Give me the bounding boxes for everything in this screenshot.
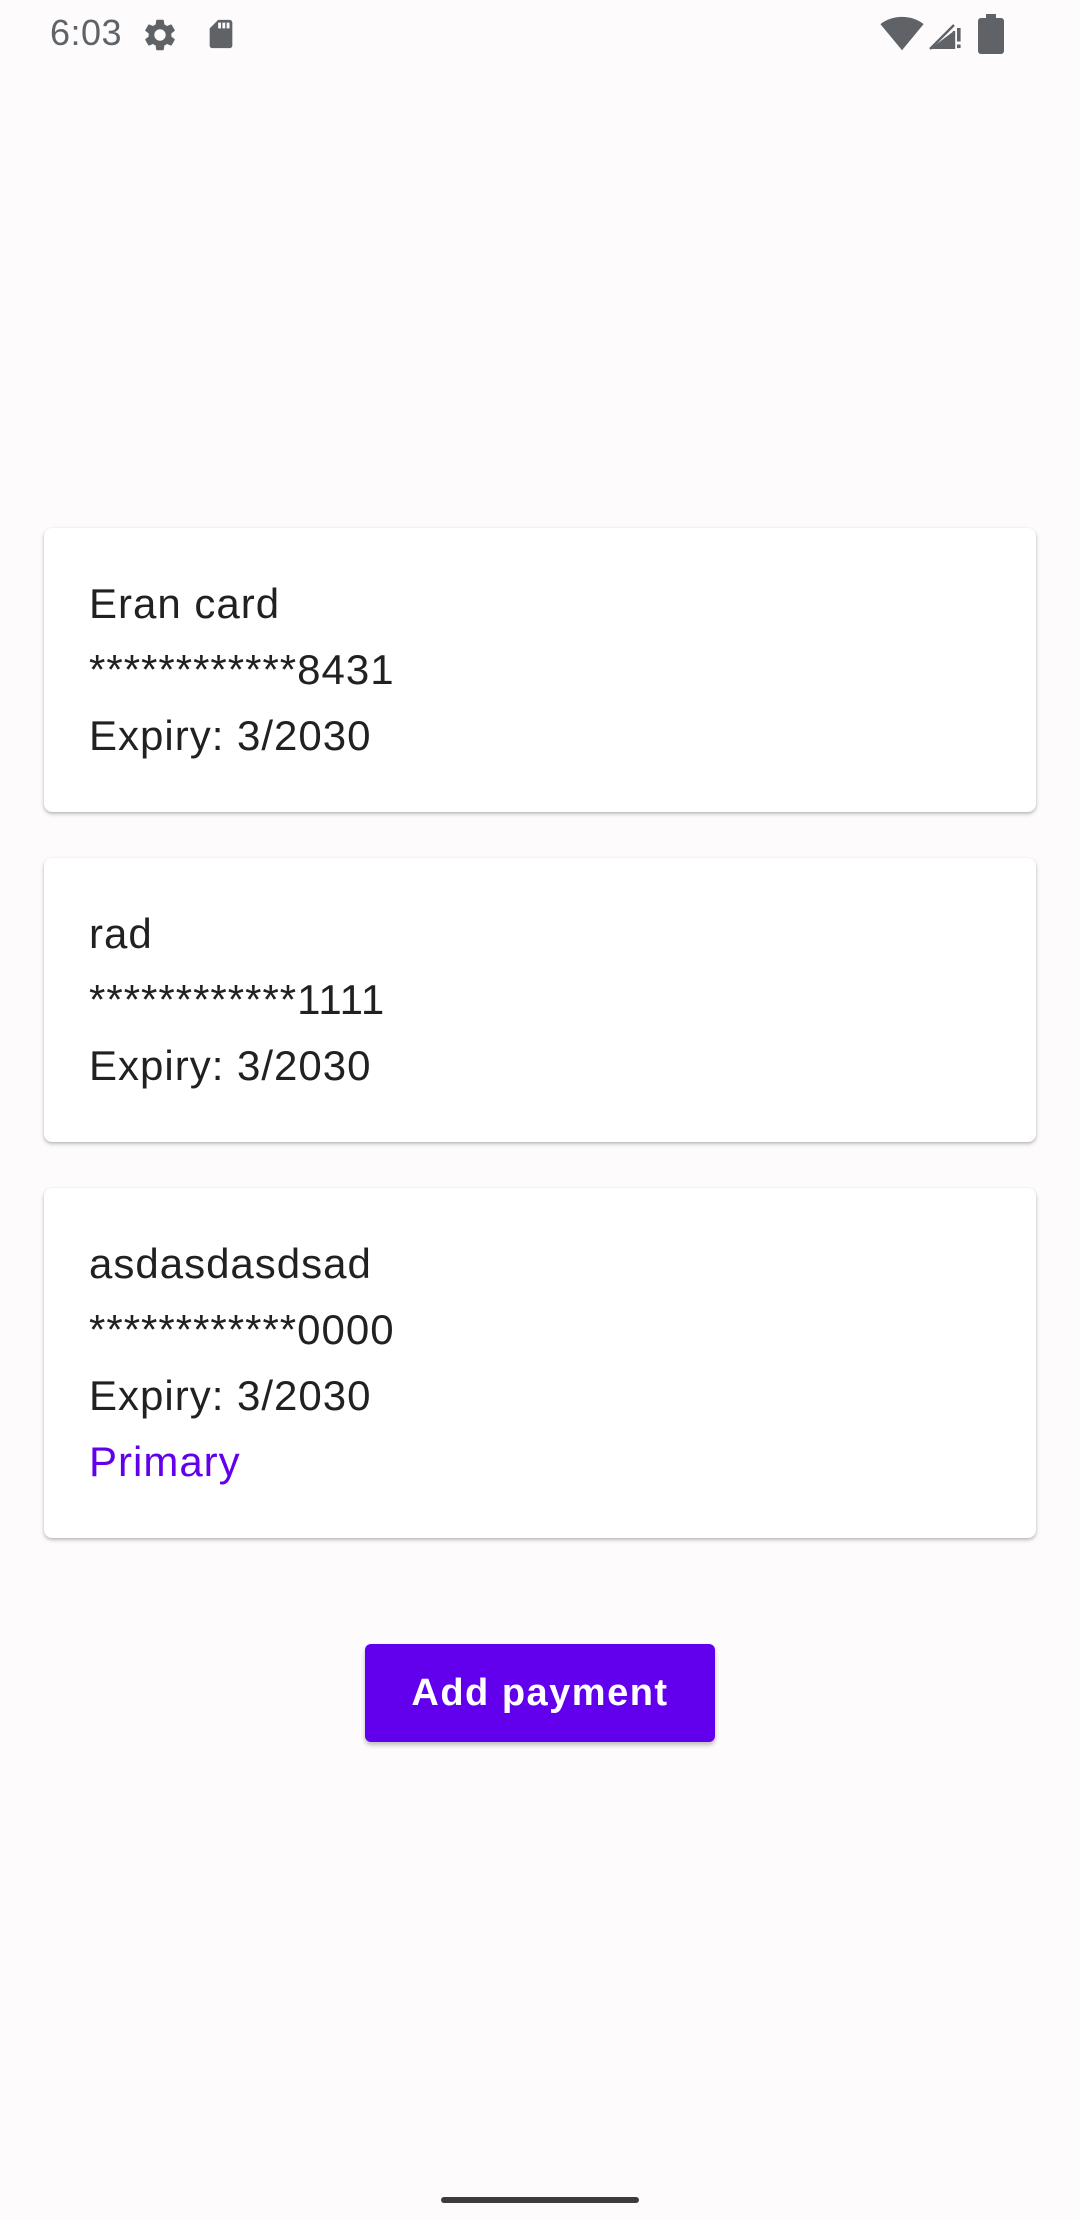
status-bar: 6:03 xyxy=(0,0,1080,66)
status-time: 6:03 xyxy=(50,12,123,53)
battery-icon xyxy=(978,14,1004,59)
card-number: ************1111 xyxy=(89,976,386,1023)
payment-card[interactable]: rad ************1111 Expiry: 3/2030 xyxy=(44,858,1036,1142)
card-name: asdasdasdsad xyxy=(89,1240,372,1287)
card-expiry: Expiry: 3/2030 xyxy=(89,712,372,759)
payment-card[interactable]: asdasdasdsad ************0000 Expiry: 3/… xyxy=(44,1188,1036,1538)
gear-icon xyxy=(141,16,179,59)
card-name: rad xyxy=(89,910,153,957)
payment-card[interactable]: Eran card ************8431 Expiry: 3/203… xyxy=(44,528,1036,812)
card-expiry: Expiry: 3/2030 xyxy=(89,1042,372,1089)
gesture-nav-bar[interactable] xyxy=(441,2197,639,2203)
card-number: ************0000 xyxy=(89,1306,395,1353)
signal-icon xyxy=(926,16,964,57)
wifi-icon xyxy=(880,16,924,57)
sd-card-icon xyxy=(204,16,238,57)
card-name: Eran card xyxy=(89,580,281,627)
card-expiry: Expiry: 3/2030 xyxy=(89,1372,372,1419)
add-payment-button[interactable]: Add payment xyxy=(365,1644,715,1742)
card-number: ************8431 xyxy=(89,646,395,693)
primary-badge: Primary xyxy=(89,1438,241,1485)
